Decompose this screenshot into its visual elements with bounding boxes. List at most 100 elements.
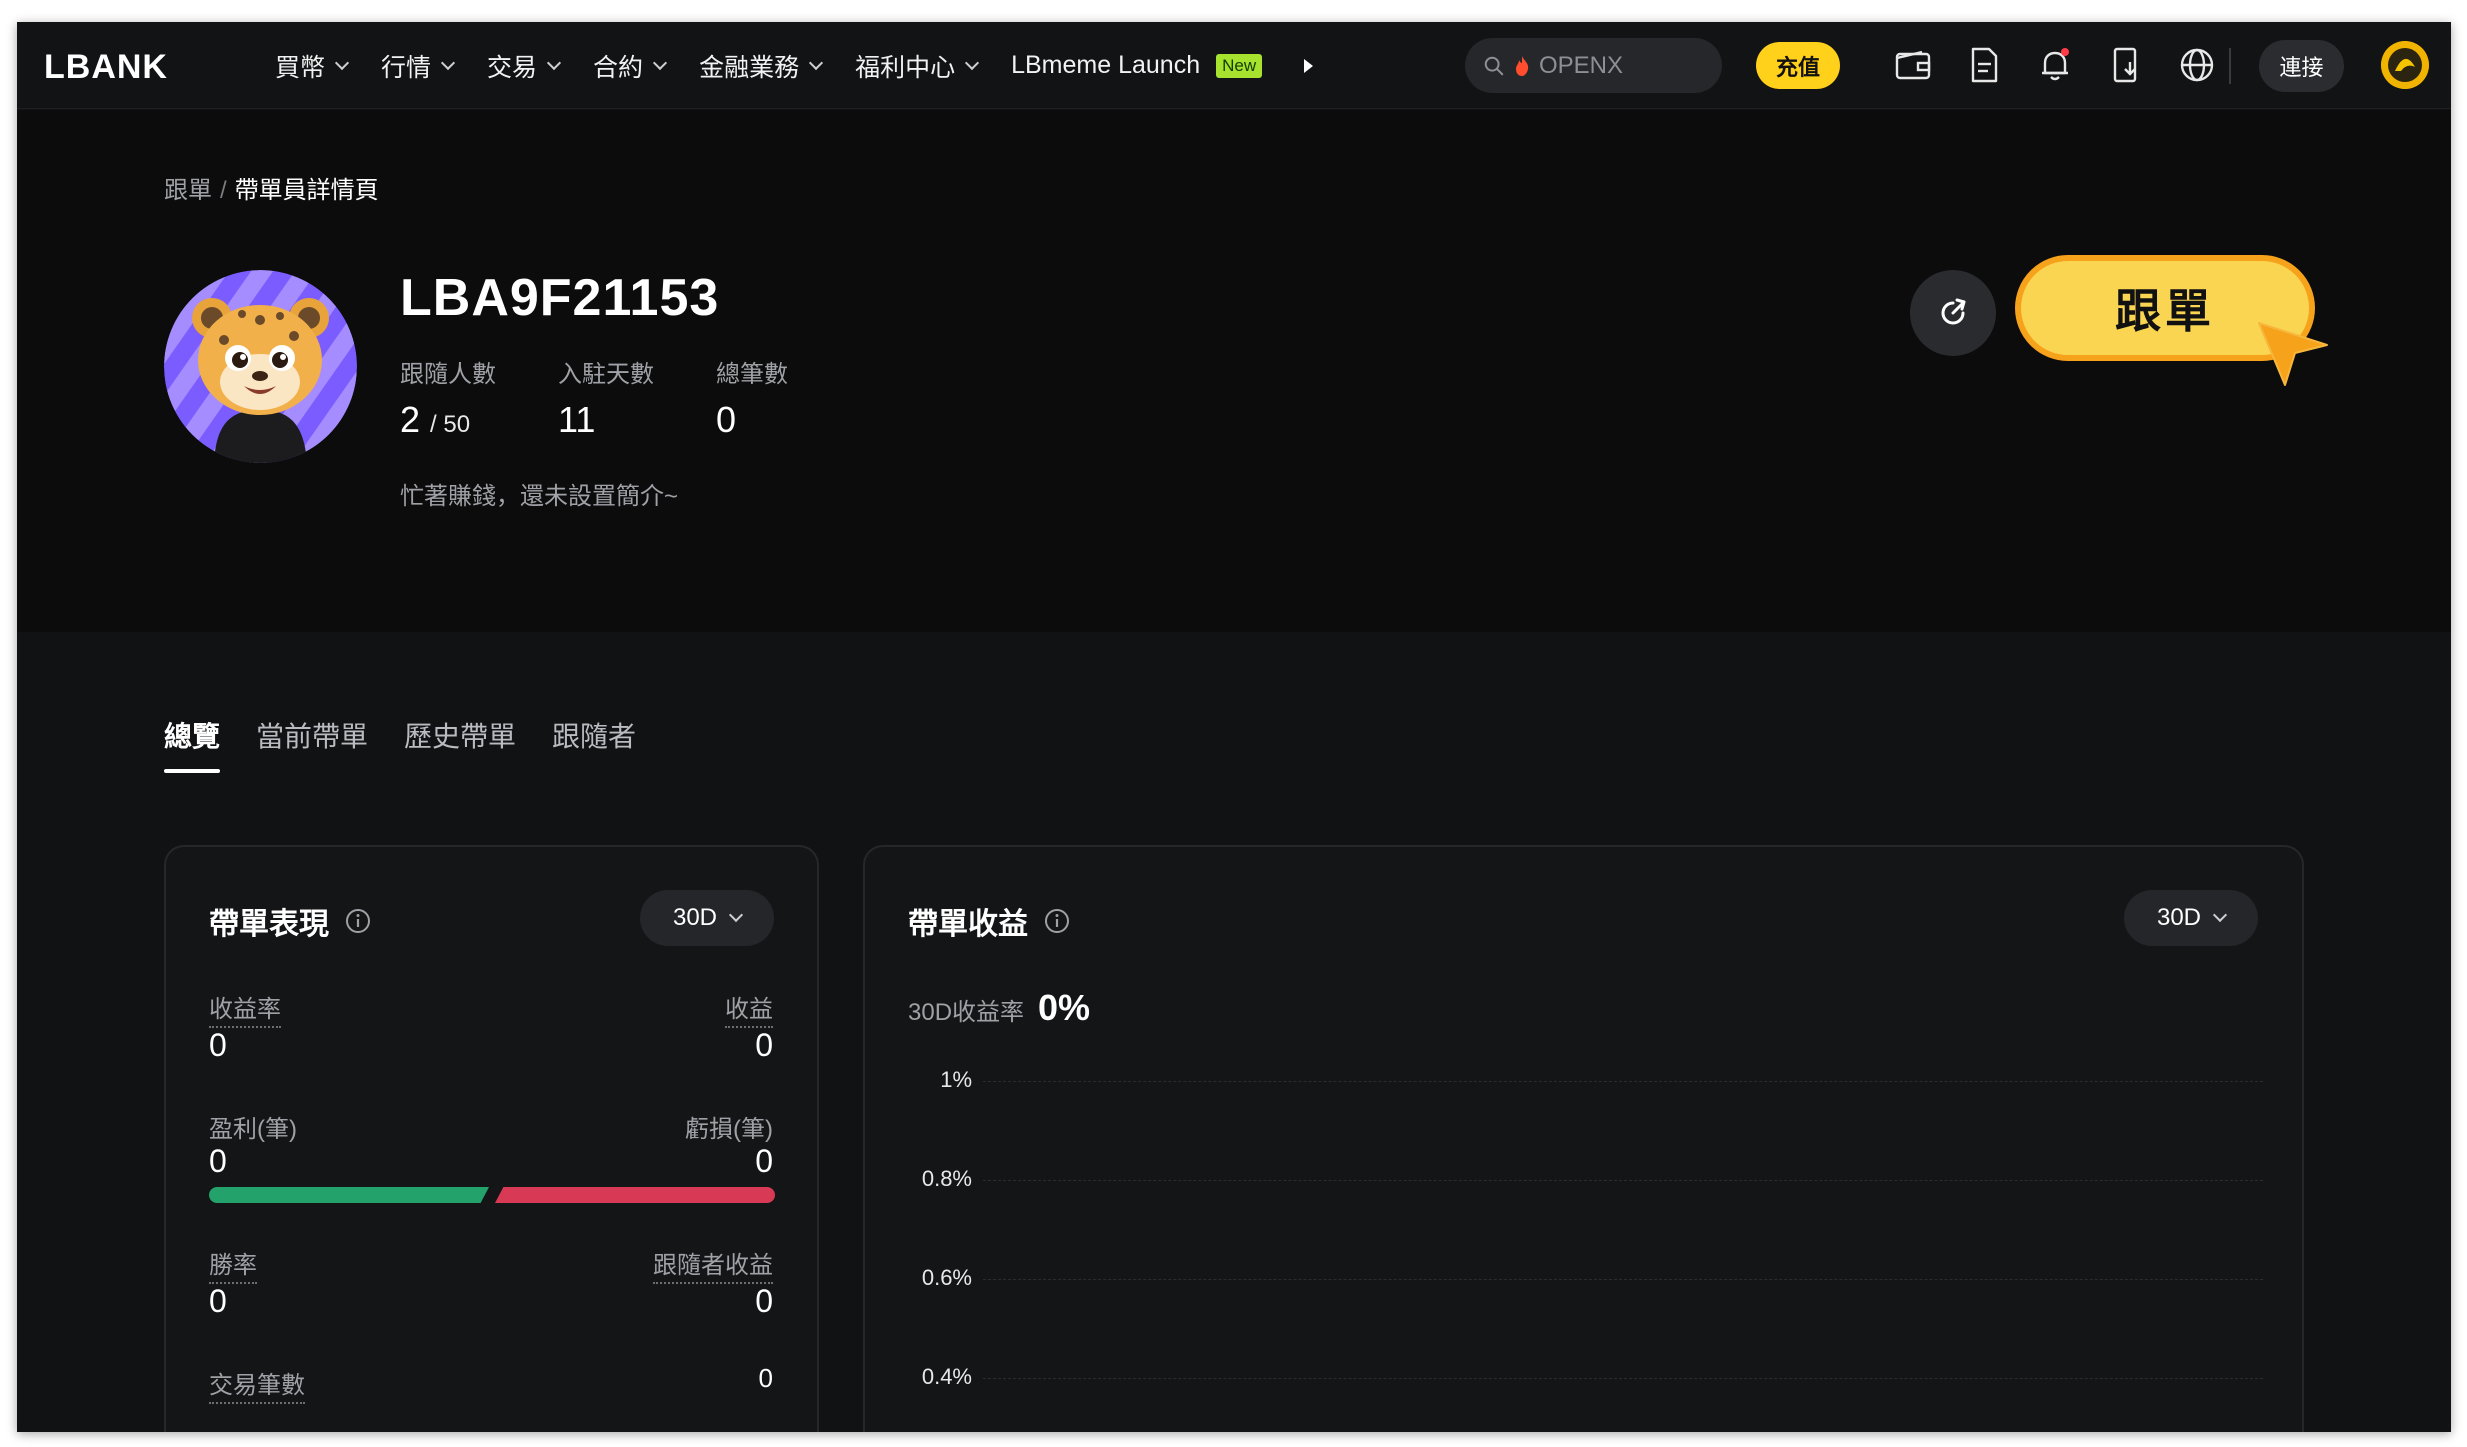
grid-line [983,1180,2263,1181]
chevron-down-icon [652,55,668,70]
menu-label: 交易 [487,53,538,82]
download-icon[interactable] [2105,44,2147,86]
chevron-down-icon [334,55,350,70]
nav-divider [2229,48,2231,84]
detail-tabs: 總覽 當前帶單 歷史帶單 跟隨者 [164,715,636,773]
connect-button[interactable]: 連接 [2259,40,2344,92]
menu-trade[interactable]: 交易 [487,48,562,84]
loss-count-value: 0 [755,1143,773,1179]
search-icon [1484,56,1504,75]
tab-followers[interactable]: 跟隨者 [552,715,636,773]
chevron-down-icon [809,55,824,70]
menu-futures[interactable]: 合約 [593,48,668,84]
app-window: LBANK 買幣 行情 交易 合約 金融業務 福利中心 LBmeme Launc… [17,22,2451,1432]
cursor-pointer-icon [2258,322,2328,386]
chevron-down-icon [546,55,562,70]
breadcrumb-parent[interactable]: 跟單 [164,177,212,204]
caret-right-icon [1304,58,1314,73]
stat-value: 0 [716,399,737,440]
stat-label: 入駐天數 [558,361,654,388]
stat-label: 總筆數 [716,361,788,388]
win-rate-label: 勝率 [209,1245,257,1284]
follower-pnl-label: 跟隨者收益 [653,1245,773,1284]
tab-current-orders[interactable]: 當前帶單 [256,715,368,773]
card-title: 帶單表現 [209,899,371,943]
loss-count-label: 虧損(筆) [685,1116,773,1143]
breadcrumb: 跟單 / 帶單員詳情頁 [164,170,379,205]
profit-loss-bar [209,1187,775,1203]
chevron-down-icon [2212,907,2228,923]
grid-line [983,1378,2263,1379]
info-icon[interactable] [1044,908,1070,934]
main-menu: 買幣 行情 交易 合約 金融業務 福利中心 LBmeme Launch New [275,22,1314,109]
card-title: 帶單收益 [908,899,1070,943]
roi-label: 收益率 [209,989,281,1028]
menu-markets[interactable]: 行情 [381,48,456,84]
profit-segment [209,1187,489,1203]
trader-username: LBA9F21153 [400,269,720,327]
breadcrumb-current: 帶單員詳情頁 [234,177,379,204]
menu-label: 金融業務 [699,53,800,82]
period-select[interactable]: 30D [640,890,774,946]
trade-count-value: 0 [758,1363,773,1393]
chevron-down-icon [440,55,456,70]
pnl-value: 0 [755,1027,773,1063]
menu-label: 合約 [593,53,644,82]
tab-history-orders[interactable]: 歷史帶單 [404,715,516,773]
stat-label: 跟隨人數 [400,361,496,388]
roi-value: 0 [209,1027,227,1063]
grid-line [983,1279,2263,1280]
period-value: 30D [672,904,718,931]
info-icon[interactable] [345,908,371,934]
menu-more-button[interactable] [1296,58,1314,73]
lbank-logo[interactable]: LBANK [44,48,168,87]
profit-count-label: 盈利(筆) [209,1116,297,1143]
profile-header: 跟單 / 帶單員詳情頁 LBA9F21153 跟隨人數 2 / 50 入駐天數 … [17,110,2451,632]
menu-label: 福利中心 [855,53,956,82]
new-badge: New [1216,53,1263,78]
chevron-down-icon [728,907,744,923]
stat-value: 2 / 50 [400,399,496,441]
menu-finance[interactable]: 金融業務 [699,48,824,84]
performance-card: 帶單表現 30D 收益率 0 收益 0 盈利(筆) 0 虧損(筆) 0 勝率 0… [164,845,819,1432]
period-select[interactable]: 30D [2124,890,2258,946]
followers-count: 2 [400,399,421,440]
chevron-down-icon [965,55,980,70]
bell-icon[interactable] [2034,44,2076,86]
tab-overview[interactable]: 總覽 [164,715,221,773]
menu-lbmeme-launch[interactable]: LBmeme Launch New [1011,51,1263,80]
roi-summary-value: 0% [1038,987,1091,1028]
roi-summary-label: 30D收益率 [908,999,1025,1026]
search-placeholder: OPENX [1539,51,1624,79]
y-tick-label: 0.8% [921,1166,972,1191]
search-input[interactable]: OPENX [1465,38,1722,93]
globe-icon[interactable] [2176,44,2218,86]
share-button[interactable] [1910,270,1996,356]
top-nav: LBANK 買幣 行情 交易 合約 金融業務 福利中心 LBmeme Launc… [17,22,2451,109]
menu-buy-crypto[interactable]: 買幣 [275,48,350,84]
deposit-button[interactable]: 充值 [1756,42,1840,89]
share-icon [1941,298,1966,325]
user-avatar[interactable] [2381,41,2429,89]
stat-value: 11 [558,399,596,440]
menu-label: LBmeme Launch [1011,51,1201,79]
grid-line [983,1081,2263,1082]
y-tick-label: 1% [940,1067,972,1092]
period-value: 30D [2156,904,2202,931]
trade-count-label: 交易筆數 [209,1365,305,1404]
menu-rewards[interactable]: 福利中心 [855,48,980,84]
fire-icon [1516,55,1529,76]
trades-stat: 總筆數 0 [716,354,788,441]
y-tick-label: 0.6% [921,1265,972,1290]
menu-label: 買幣 [275,53,326,82]
followers-stat: 跟隨人數 2 / 50 [400,354,496,441]
followers-max: / 50 [430,411,471,438]
document-icon[interactable] [1963,44,2005,86]
follower-pnl-value: 0 [755,1283,773,1319]
wallet-icon[interactable] [1892,44,1934,86]
loss-segment [495,1187,775,1203]
roi-summary: 30D收益率 0% [908,987,1090,1029]
trader-bio: 忙著賺錢，還未設置簡介~ [400,483,679,510]
y-tick-label: 0.4% [921,1364,972,1389]
win-rate-value: 0 [209,1283,227,1319]
